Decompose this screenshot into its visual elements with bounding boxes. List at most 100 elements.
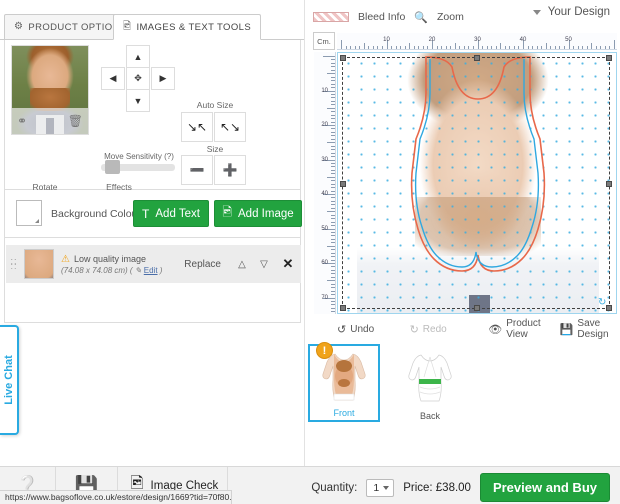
layer-thumbnail[interactable] [24, 249, 54, 279]
view-thumbnail-front[interactable]: ! Front [308, 342, 380, 422]
product-view-button[interactable]: 👁 Product View [488, 318, 547, 340]
add-image-label: Add Image [238, 207, 294, 220]
zoom-button[interactable]: Zoom [437, 11, 464, 23]
ruler-tick [331, 204, 335, 206]
ruler-tick [609, 46, 611, 49]
ruler-tick [331, 66, 335, 68]
eye-icon: 👁 [488, 323, 503, 336]
ruler-tick [331, 183, 335, 185]
ruler-tick [454, 43, 456, 49]
layer-row[interactable]: :::: ⚠ Low quality image (74.08 x 74.08 … [6, 245, 301, 283]
add-text-button[interactable]: T Add Text [133, 200, 209, 227]
move-left-button[interactable]: ◀ [101, 67, 125, 90]
ruler-tick [513, 46, 515, 49]
ruler-unit-button[interactable]: Cm. [313, 32, 335, 50]
ruler-tick [331, 273, 335, 275]
ruler-tick [331, 87, 335, 89]
ruler-tick [331, 76, 335, 78]
save-design-button[interactable]: 💾 Save Design [560, 318, 617, 340]
ruler-tick [345, 46, 347, 49]
move-right-button[interactable]: ▶ [151, 67, 175, 90]
your-design-dropdown[interactable]: Your Design [532, 6, 610, 18]
layer-move-down-button[interactable]: ▽ [253, 259, 275, 270]
auto-size-shrink-button[interactable]: ↘↖ [181, 112, 213, 142]
preview-and-buy-button[interactable]: Preview and Buy [479, 473, 610, 502]
front-view-label: Front [333, 408, 355, 418]
link-icon[interactable]: ⚭ [17, 115, 27, 127]
zoom-in-button[interactable]: ➕ [214, 155, 246, 185]
bleed-info-button[interactable]: Bleed Info [358, 11, 405, 23]
rotate-handle-icon[interactable]: ↻ [598, 297, 610, 309]
back-view-label: Back [419, 411, 440, 421]
ruler-tick [331, 307, 335, 309]
ruler-tick [331, 97, 335, 99]
ruler-tick [341, 40, 342, 49]
resize-handle-top-right[interactable] [606, 55, 612, 61]
quantity-select[interactable]: 1 [366, 478, 395, 497]
ruler-tick [331, 221, 335, 223]
ruler-label: 30 [474, 37, 481, 43]
background-colour-swatch[interactable] [16, 200, 42, 226]
resize-handle-middle-left[interactable] [340, 181, 346, 187]
move-sensitivity-handle[interactable] [105, 160, 120, 174]
ruler-tick [331, 214, 335, 216]
view-thumbnail-back[interactable]: Back [394, 346, 466, 424]
layer-meta: ⚠ Low quality image (74.08 x 74.08 cm) (… [61, 254, 184, 275]
live-chat-tab[interactable]: Live Chat [0, 325, 19, 435]
ruler-tick [331, 311, 335, 313]
ruler-tick [536, 46, 538, 49]
ruler-tick [445, 46, 447, 49]
ruler-tick [331, 62, 335, 64]
layer-edit-link[interactable]: Edit [144, 266, 158, 275]
layer-move-up-button[interactable]: △ [231, 259, 253, 270]
layer-remove-button[interactable]: ✕ [275, 256, 301, 272]
left-tools-panel: ⚙ PRODUCT OPTIONS 🖻 IMAGES & TEXT TOOLS … [0, 0, 304, 466]
ruler-tick [404, 46, 406, 49]
zoom-icon[interactable]: 🔍 [414, 11, 428, 24]
layer-dimensions-value: (74.08 x 74.08 cm) [61, 265, 128, 275]
selected-image-preview[interactable]: ⚭ 🗑 [11, 45, 89, 135]
resize-handle-top-center[interactable] [474, 55, 480, 61]
your-design-label: Your Design [547, 6, 610, 18]
undo-button[interactable]: ↺ Undo [337, 323, 374, 336]
resize-handle-top-left[interactable] [340, 55, 346, 61]
front-body-silhouette [322, 353, 366, 401]
ruler-tick [327, 176, 335, 178]
horizontal-ruler: 10 20 30 40 50 [337, 33, 617, 50]
resize-handle-middle-right[interactable] [606, 181, 612, 187]
ruler-tick [331, 238, 335, 240]
layer-thumb-photo [25, 250, 53, 278]
ruler-tick [331, 135, 335, 137]
resize-handle-bottom-center[interactable] [474, 305, 480, 311]
ruler-unit-label: Cm. [317, 36, 331, 46]
canvas-actions: ↺ Undo ↻ Redo 👁 Product View 💾 Save Desi… [337, 318, 617, 340]
drag-handle-icon[interactable]: :::: [6, 245, 22, 283]
design-canvas[interactable]: ↻ [337, 52, 617, 314]
quantity-label: Quantity: [311, 481, 358, 494]
ruler-tick [331, 131, 335, 133]
ruler-label: 60 [321, 260, 328, 266]
move-down-button[interactable]: ▼ [126, 89, 150, 112]
add-text-label: Add Text [155, 207, 200, 220]
ruler-tick [563, 46, 565, 49]
layer-dimensions: (74.08 x 74.08 cm) ( ✎ Edit ) [61, 265, 163, 275]
zoom-out-button[interactable]: ➖ [181, 155, 213, 185]
trash-icon[interactable]: 🗑 [68, 115, 83, 127]
redo-button[interactable]: ↻ Redo [410, 323, 447, 336]
move-center-button[interactable]: ✥ [126, 67, 150, 90]
ruler-tick [331, 128, 335, 130]
ruler-tick [331, 104, 335, 106]
text-icon: T [142, 206, 150, 221]
ruler-tick [559, 46, 561, 49]
ruler-tick [591, 43, 593, 49]
tab-images-text-tools[interactable]: 🖻 IMAGES & TEXT TOOLS [113, 14, 262, 40]
layer-replace-button[interactable]: Replace [184, 259, 221, 270]
chevron-down-icon [532, 9, 541, 15]
auto-size-label: Auto Size [196, 100, 234, 110]
resize-handle-bottom-left[interactable] [340, 305, 346, 311]
add-image-button[interactable]: 🖻 Add Image [214, 200, 302, 227]
auto-size-grow-button[interactable]: ↖↘ [214, 112, 246, 142]
selection-bounding-box[interactable]: ↻ [340, 55, 612, 311]
move-up-button[interactable]: ▲ [126, 45, 150, 68]
ruler-tick [327, 211, 335, 213]
